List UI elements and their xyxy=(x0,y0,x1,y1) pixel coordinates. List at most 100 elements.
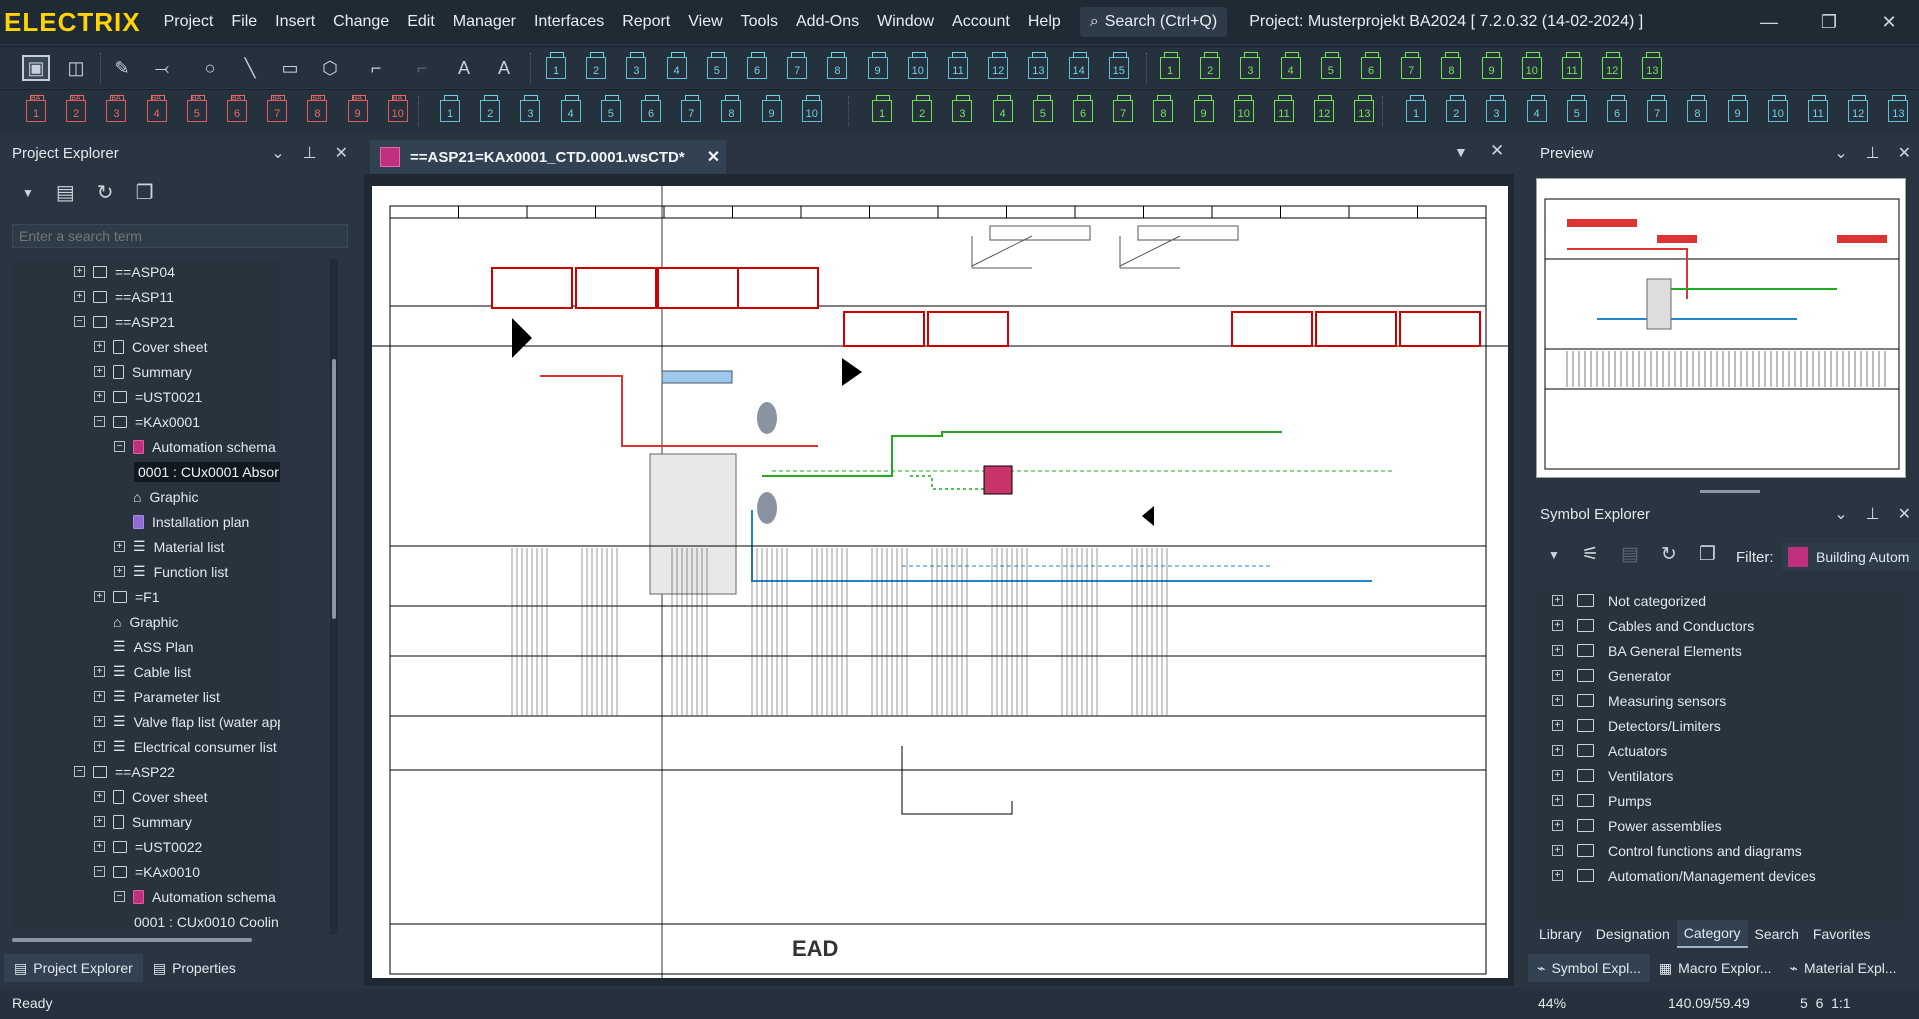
menu-item-help[interactable]: Help xyxy=(1019,0,1070,44)
tb2-cyan-button-4[interactable]: 4 xyxy=(560,95,581,122)
tree-node[interactable]: + ==ASP04 xyxy=(74,259,175,284)
tb2-red-button-5[interactable]: 5 BA xyxy=(186,95,207,122)
tree-node[interactable]: + Summary xyxy=(94,359,192,384)
tb2-cyan-button-5[interactable]: 5 xyxy=(600,95,621,122)
expand-icon[interactable]: + xyxy=(94,391,105,402)
menu-item-insert[interactable]: Insert xyxy=(266,0,324,44)
expand-icon[interactable]: + xyxy=(74,266,85,277)
tb1-green-button-1[interactable]: 1 xyxy=(1160,52,1180,79)
line-tool-button[interactable]: ╲ xyxy=(236,55,264,81)
collapse-icon[interactable]: − xyxy=(114,441,125,452)
tb1-cyan-button-5[interactable]: 5 xyxy=(706,52,727,79)
tb2-cyan2-button-6[interactable]: 6 xyxy=(1607,95,1627,122)
expand-icon[interactable]: + xyxy=(1552,670,1563,681)
tree-node[interactable]: ⌂ Graphic xyxy=(114,484,199,509)
expand-icon[interactable]: + xyxy=(1552,770,1563,781)
polygon-tool-button[interactable]: ⬡ xyxy=(316,55,344,81)
tb1-cyan-button-10[interactable]: 10 xyxy=(907,52,928,79)
expand-icon[interactable]: + xyxy=(1552,720,1563,731)
tb2-green-button-8[interactable]: 8 xyxy=(1153,95,1174,122)
filter-select[interactable]: Building Autom xyxy=(1782,543,1919,571)
expand-icon[interactable]: + xyxy=(94,841,105,852)
tb1-green-button-7[interactable]: 7 xyxy=(1401,52,1422,79)
expand-icon[interactable]: + xyxy=(94,791,105,802)
tree-node[interactable]: + ==ASP11 xyxy=(74,284,174,309)
settings-sliders-icon[interactable]: ⚟ xyxy=(1582,543,1599,566)
expand-icon[interactable]: + xyxy=(94,816,105,827)
tb2-cyan-button-10[interactable]: 10 xyxy=(801,95,822,122)
tb1-cyan-button-4[interactable]: 4 xyxy=(666,52,687,79)
tb2-red-button-7[interactable]: 7 BA xyxy=(267,95,288,122)
menu-item-view[interactable]: View xyxy=(679,0,731,44)
tree-node[interactable]: − ==ASP21 xyxy=(74,309,175,334)
pin-icon[interactable]: ⊥ xyxy=(1866,504,1880,524)
tree-node[interactable]: − =KAx0001 xyxy=(94,409,200,434)
expand-icon[interactable]: + xyxy=(1552,820,1563,831)
menu-item-interfaces[interactable]: Interfaces xyxy=(525,0,613,44)
tb1-green-button-3[interactable]: 3 xyxy=(1240,52,1261,79)
connection-button[interactable]: ⤙ xyxy=(148,55,176,81)
preview-thumbnail[interactable] xyxy=(1536,178,1906,478)
tb2-green-button-1[interactable]: 1 xyxy=(872,95,892,122)
tb1-green-button-11[interactable]: 11 xyxy=(1562,52,1582,79)
scrollbar-thumb[interactable] xyxy=(332,359,336,619)
rectangle-tool-button[interactable]: ▭ xyxy=(276,55,304,81)
tree-node[interactable]: − Automation schema xyxy=(114,884,276,909)
close-document-icon[interactable]: ✕ xyxy=(1490,141,1504,161)
tree-node[interactable]: − Automation schema xyxy=(114,434,276,459)
tab-library[interactable]: Library xyxy=(1532,920,1589,948)
tree-node[interactable]: − =KAx0010 xyxy=(94,859,200,884)
expand-icon[interactable]: + xyxy=(94,341,105,352)
dropdown-arrow-icon[interactable]: ▼ xyxy=(1548,548,1560,562)
tab-bottom-0[interactable]: ⌁ Symbol Expl... xyxy=(1528,954,1650,982)
tb1-green-button-2[interactable]: 2 xyxy=(1200,52,1221,79)
tb2-cyan2-button-8[interactable]: 8 xyxy=(1687,95,1708,122)
tb1-cyan-button-15[interactable]: 15 xyxy=(1108,52,1129,79)
tree-node[interactable]: ⌂ Graphic xyxy=(94,609,179,634)
menu-item-change[interactable]: Change xyxy=(324,0,398,44)
tb2-cyan2-button-9[interactable]: 9 xyxy=(1727,95,1748,122)
expand-icon[interactable]: + xyxy=(94,366,105,377)
tree-node[interactable]: ☰ ASS Plan xyxy=(94,634,194,659)
restore-button[interactable]: ❐ xyxy=(1799,0,1859,44)
tb1-cyan-button-14[interactable]: 14 xyxy=(1068,52,1089,79)
tb2-red-button-8[interactable]: 8 BA xyxy=(307,95,328,122)
collapse-icon[interactable]: − xyxy=(74,316,85,327)
menu-item-file[interactable]: File xyxy=(222,0,266,44)
expand-icon[interactable]: + xyxy=(1552,645,1563,656)
tb2-cyan2-button-12[interactable]: 12 xyxy=(1848,95,1869,122)
pin-icon[interactable]: ⊥ xyxy=(303,143,317,163)
tb1-cyan-button-6[interactable]: 6 xyxy=(747,52,767,79)
tree-node[interactable]: Installation plan xyxy=(114,509,249,534)
tb2-green-button-13[interactable]: 13 xyxy=(1354,95,1375,122)
chevron-down-icon[interactable]: ⌄ xyxy=(271,143,284,163)
attribute-text-button[interactable]: A xyxy=(490,55,518,81)
tb2-green-button-7[interactable]: 7 xyxy=(1113,95,1134,122)
tb2-red-button-6[interactable]: 6 BA xyxy=(227,95,247,122)
search-input[interactable] xyxy=(12,224,348,248)
tree-node[interactable]: + =UST0022 xyxy=(94,834,202,859)
text-tool-button[interactable]: A xyxy=(450,55,478,81)
tb1-cyan-button-13[interactable]: 13 xyxy=(1028,52,1049,79)
close-icon[interactable]: ✕ xyxy=(335,143,348,163)
expand-icon[interactable]: + xyxy=(114,566,125,577)
expand-icon[interactable]: + xyxy=(114,541,125,552)
tb1-cyan-button-7[interactable]: 7 xyxy=(787,52,808,79)
tb2-cyan2-button-1[interactable]: 1 xyxy=(1406,95,1426,122)
tree-node[interactable]: + Cover sheet xyxy=(94,334,207,359)
expand-icon[interactable]: + xyxy=(1552,795,1563,806)
tree-node[interactable]: + ☰ Valve flap list (water application xyxy=(94,709,280,734)
tree-node[interactable]: + ☰ Function list xyxy=(114,559,228,584)
expand-icon[interactable]: + xyxy=(1552,620,1563,631)
tree-node[interactable]: + ☰ Electrical consumer list xyxy=(94,734,277,759)
tree-node[interactable]: + Summary xyxy=(94,809,192,834)
symbol-category[interactable]: + Not categorized xyxy=(1552,588,1706,613)
menu-item-tools[interactable]: Tools xyxy=(732,0,787,44)
tb2-cyan-button-7[interactable]: 7 xyxy=(681,95,702,122)
tb2-cyan2-button-4[interactable]: 4 xyxy=(1526,95,1547,122)
tb2-cyan-button-3[interactable]: 3 xyxy=(520,95,541,122)
tree-node[interactable]: − ==ASP22 xyxy=(74,759,175,784)
tb2-cyan2-button-3[interactable]: 3 xyxy=(1486,95,1507,122)
tb1-cyan-button-11[interactable]: 11 xyxy=(948,52,968,79)
tb2-red-button-9[interactable]: 9 BA xyxy=(347,95,368,122)
